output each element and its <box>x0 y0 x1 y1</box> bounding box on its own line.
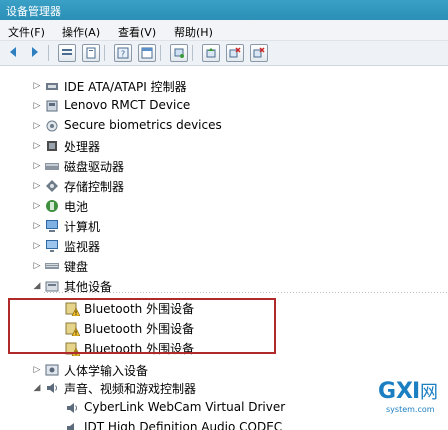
expand-arrow-icon[interactable]: ▷ <box>32 201 42 211</box>
hid-icon <box>44 362 60 378</box>
speaker-icon <box>44 380 60 396</box>
title-bar: 设备管理器 <box>0 0 448 20</box>
tree-node-lenovo-rmct[interactable]: ▷ Lenovo RMCT Device <box>0 96 448 116</box>
toolbar-separator <box>160 45 161 61</box>
keyboard-icon <box>44 258 60 274</box>
tree-node-label: IDT High Definition Audio CODEC <box>84 420 283 430</box>
watermark-logo: G X I 网 system.com <box>376 372 440 420</box>
toolbar-separator <box>192 45 193 61</box>
properties-icon[interactable] <box>82 44 100 62</box>
expand-arrow-icon[interactable]: ▷ <box>32 365 42 375</box>
tree-node-ide-ata[interactable]: ▷ IDE ATA/ATAPI 控制器 <box>0 76 448 96</box>
expand-arrow-icon[interactable]: ▷ <box>32 121 42 131</box>
highlight-box <box>8 298 276 354</box>
tree-node-label: 电池 <box>64 200 89 214</box>
tree-node-label: CyberLink WebCam Virtual Driver <box>84 400 286 414</box>
svg-text:I: I <box>412 379 420 404</box>
collapse-arrow-icon[interactable]: ◢ <box>32 281 42 291</box>
tree-node-other-devices[interactable]: ◢ 其他设备 <box>0 276 448 296</box>
monitor-icon <box>44 238 60 254</box>
expand-arrow-icon[interactable]: ▷ <box>32 141 42 151</box>
dotted-divider <box>44 292 448 293</box>
tree-node-label: 磁盘驱动器 <box>64 160 125 174</box>
battery-icon <box>44 198 60 214</box>
tree-node-battery[interactable]: ▷ 电池 <box>0 196 448 216</box>
expand-arrow-icon[interactable]: ▷ <box>32 261 42 271</box>
processor-icon <box>44 138 60 154</box>
expand-arrow-icon[interactable]: ▷ <box>32 161 42 171</box>
tree-node-secure-biometrics[interactable]: ▷ Secure biometrics devices <box>0 116 448 136</box>
svg-text:?: ? <box>121 50 125 59</box>
collapse-arrow-icon[interactable]: ◢ <box>32 383 42 393</box>
expand-arrow-icon[interactable]: ▷ <box>32 241 42 251</box>
biometric-icon <box>44 118 60 134</box>
disable-device-icon[interactable] <box>226 44 244 62</box>
scan-hardware-icon[interactable] <box>170 44 188 62</box>
svg-text:G: G <box>378 379 396 404</box>
tree-node-monitors[interactable]: ▷ 监视器 <box>0 236 448 256</box>
menu-bar: 文件(F) 操作(A) 查看(V) 帮助(H) <box>0 20 448 41</box>
tree-node-storage-controllers[interactable]: ▷ 存储控制器 <box>0 176 448 196</box>
svg-text:system.com: system.com <box>386 405 435 414</box>
tree-node-computer[interactable]: ▷ 计算机 <box>0 216 448 236</box>
tree-node-disk-drives[interactable]: ▷ 磁盘驱动器 <box>0 156 448 176</box>
device-icon <box>44 98 60 114</box>
tree-node-label: 人体学输入设备 <box>64 364 149 378</box>
tree-node-label: 监视器 <box>64 240 101 254</box>
tree-node-label: 计算机 <box>64 220 101 234</box>
tree-node-label: 键盘 <box>64 260 89 274</box>
speaker-icon <box>64 420 80 430</box>
back-icon[interactable] <box>6 44 22 60</box>
toolbar-separator <box>104 45 105 61</box>
menu-file[interactable]: 文件(F) <box>8 24 45 40</box>
expand-arrow-icon[interactable]: ▷ <box>32 101 42 111</box>
menu-help[interactable]: 帮助(H) <box>174 24 213 40</box>
storage-controller-icon <box>44 178 60 194</box>
view-list-icon[interactable] <box>58 44 76 62</box>
tree-node-label: 处理器 <box>64 140 101 154</box>
tree-node-label: IDE ATA/ATAPI 控制器 <box>64 80 187 94</box>
tree-node-label: Lenovo RMCT Device <box>64 98 191 112</box>
disk-drive-icon <box>44 158 60 174</box>
speaker-icon <box>64 400 80 416</box>
tree-node-label: Secure biometrics devices <box>64 118 222 132</box>
tree-node-processor[interactable]: ▷ 处理器 <box>0 136 448 156</box>
ide-controller-icon <box>44 78 60 94</box>
menu-action[interactable]: 操作(A) <box>62 24 100 40</box>
expand-arrow-icon[interactable]: ▷ <box>32 181 42 191</box>
expand-arrow-icon[interactable]: ▷ <box>32 221 42 231</box>
tree-node-label: 存储控制器 <box>64 180 125 194</box>
tree-node-keyboard[interactable]: ▷ 键盘 <box>0 256 448 276</box>
window-title: 设备管理器 <box>6 5 61 18</box>
uninstall-device-icon[interactable] <box>250 44 268 62</box>
tree-node-label: 声音、视频和游戏控制器 <box>64 382 197 396</box>
update-driver-icon[interactable] <box>202 44 220 62</box>
help-icon[interactable]: ? <box>114 44 132 62</box>
forward-icon[interactable] <box>26 44 42 60</box>
computer-icon <box>44 218 60 234</box>
svg-text:网: 网 <box>420 382 438 403</box>
toolbar-separator <box>48 45 49 61</box>
expand-arrow-icon[interactable]: ▷ <box>32 81 42 91</box>
window-icon[interactable] <box>138 44 156 62</box>
svg-text:X: X <box>396 379 413 404</box>
menu-view[interactable]: 查看(V) <box>118 24 156 40</box>
toolbar: ? <box>0 41 448 66</box>
